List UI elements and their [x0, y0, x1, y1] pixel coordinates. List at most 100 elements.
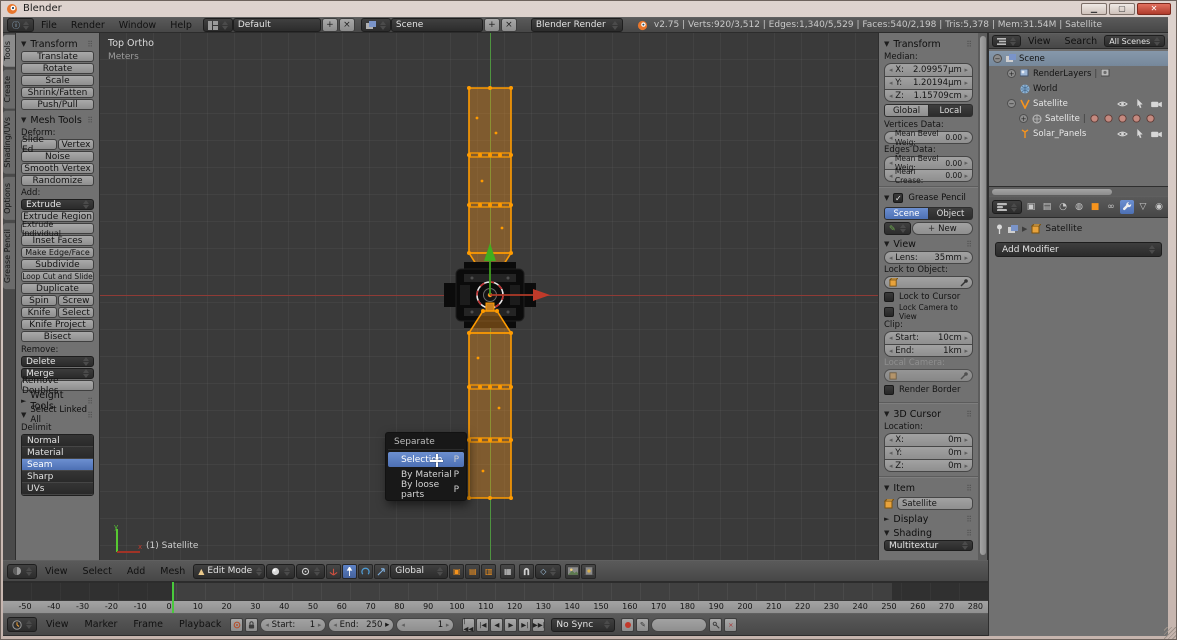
- timeline-playback-menu[interactable]: Playback: [172, 619, 228, 630]
- push-pull-button[interactable]: Push/Pull: [21, 99, 94, 110]
- select-linked-panel-header[interactable]: ▼Select Linked All⠿: [21, 408, 94, 422]
- keying-icon-button[interactable]: ✎: [636, 618, 649, 632]
- make-edge-face-button[interactable]: Make Edge/Face: [21, 247, 94, 258]
- active-keying-set-field[interactable]: [651, 618, 707, 632]
- minimize-button[interactable]: ▁: [1081, 3, 1107, 15]
- timeline-frame-menu[interactable]: Frame: [126, 619, 170, 630]
- delimit-option-seam[interactable]: Seam: [22, 459, 93, 471]
- lock-camera-row[interactable]: Lock Camera to View: [884, 304, 973, 319]
- render-border-row[interactable]: Render Border: [884, 382, 973, 398]
- scene-icon-widget[interactable]: [361, 18, 391, 32]
- frame-start-field[interactable]: ◂ Start:1 ▸: [260, 618, 326, 632]
- clip-end-field[interactable]: ◂ End:1km ▸: [884, 344, 973, 357]
- play-reverse-button[interactable]: ◀: [490, 618, 503, 632]
- delete-dropdown[interactable]: Delete: [21, 356, 94, 367]
- extrude-dropdown[interactable]: Extrude: [21, 199, 94, 210]
- transform-orientation-dropdown[interactable]: Global: [390, 564, 448, 579]
- screen-layout-name[interactable]: Default: [233, 18, 321, 32]
- outliner-row-scene[interactable]: − Scene: [989, 51, 1168, 66]
- pin-icon[interactable]: [995, 224, 1004, 234]
- tab-create[interactable]: Create: [3, 70, 15, 109]
- tab-tools[interactable]: Tools: [3, 35, 15, 67]
- outliner-row-satellite-mesh[interactable]: + Satellite |: [989, 111, 1168, 126]
- menu-file[interactable]: File: [34, 20, 64, 31]
- face-select-mode-toggle[interactable]: ▥: [481, 564, 496, 579]
- delimit-option-sharp[interactable]: Sharp: [22, 471, 93, 483]
- cursor-x-field[interactable]: ◂ X:0m ▸: [884, 433, 973, 446]
- median-z-field[interactable]: ◂ Z:1.15709cm ▸: [884, 89, 973, 102]
- slide-edge-button[interactable]: Slide Ed: [21, 139, 57, 150]
- add-scene-button[interactable]: +: [484, 18, 500, 32]
- visibility-eye-icon[interactable]: [1117, 98, 1128, 109]
- smooth-vertex-button[interactable]: Smooth Vertex: [21, 163, 94, 174]
- global-toggle[interactable]: Global: [884, 104, 929, 117]
- breadcrumb-object-name[interactable]: Satellite: [1045, 224, 1082, 234]
- editor-type-selector[interactable]: [7, 617, 37, 632]
- close-button[interactable]: ✕: [1137, 3, 1171, 15]
- outliner-row-renderlayers[interactable]: + RenderLayers |: [989, 66, 1168, 81]
- opengl-render-image-button[interactable]: [565, 564, 580, 579]
- delete-keyframe-button[interactable]: ×: [724, 618, 737, 632]
- tab-scene[interactable]: ◔: [1056, 200, 1070, 214]
- outliner-row-world[interactable]: World: [989, 81, 1168, 96]
- material-sphere-icon[interactable]: [1117, 113, 1128, 124]
- add-layout-button[interactable]: +: [322, 18, 338, 32]
- panel-drag-dots-icon[interactable]: ⠿: [87, 40, 94, 49]
- menu-item-by-loose-parts[interactable]: By loose parts P: [388, 482, 464, 497]
- visibility-eye-icon[interactable]: [1117, 128, 1128, 139]
- select-menu[interactable]: Select: [76, 566, 119, 577]
- delete-scene-button[interactable]: ×: [501, 18, 517, 32]
- material-sphere-icon[interactable]: [1131, 113, 1142, 124]
- timeline-track[interactable]: [3, 582, 988, 600]
- viewport-shading-dropdown[interactable]: [266, 564, 295, 579]
- tab-modifiers[interactable]: [1120, 200, 1134, 214]
- rotate-button[interactable]: Rotate: [21, 63, 94, 74]
- play-button[interactable]: ▶: [504, 618, 517, 632]
- eyedropper-icon[interactable]: [960, 278, 968, 287]
- tab-shading-uvs[interactable]: Shading/UVs: [3, 111, 15, 174]
- maximize-button[interactable]: ▢: [1109, 3, 1135, 15]
- selectable-cursor-icon[interactable]: [1134, 98, 1145, 109]
- timeline-view-menu[interactable]: View: [39, 619, 76, 630]
- delete-layout-button[interactable]: ×: [339, 18, 355, 32]
- editor-type-selector[interactable]: [992, 35, 1021, 47]
- material-sphere-icon[interactable]: [1103, 113, 1114, 124]
- manipulator-translate-toggle[interactable]: [342, 564, 357, 579]
- panel-drag-dots-icon[interactable]: ⠿: [966, 484, 973, 493]
- cursor-y-field[interactable]: ◂ Y:0m ▸: [884, 446, 973, 459]
- loop-cut-button[interactable]: Loop Cut and Slide: [21, 271, 94, 282]
- pivot-point-dropdown[interactable]: [296, 564, 325, 579]
- jump-to-end-button[interactable]: ▶▶|: [532, 618, 545, 632]
- outliner-scrollbar[interactable]: [988, 186, 1168, 196]
- grease-pencil-panel-header[interactable]: ▼✓Grease Pencil: [884, 191, 973, 205]
- knife-select-button[interactable]: Select: [58, 307, 94, 318]
- outliner-row-satellite-object[interactable]: − Satellite: [989, 96, 1168, 111]
- screen-layout-icon-widget[interactable]: [203, 18, 233, 32]
- jump-to-start-button[interactable]: |◀◀: [462, 618, 475, 632]
- panel-drag-dots-icon[interactable]: ⠿: [87, 397, 94, 406]
- npanel-scrollbar[interactable]: [978, 33, 988, 560]
- outliner-search-menu[interactable]: Search: [1058, 36, 1105, 47]
- delimit-option-uvs[interactable]: UVs: [22, 483, 93, 495]
- screw-button[interactable]: Screw: [58, 295, 94, 306]
- scale-button[interactable]: Scale: [21, 75, 94, 86]
- frame-end-field[interactable]: ◂ End:250 ▸: [328, 618, 394, 632]
- outliner-view-menu[interactable]: View: [1021, 36, 1058, 47]
- tab-object-data[interactable]: ▽: [1136, 200, 1150, 214]
- shading-mode-dropdown[interactable]: Multitextur: [884, 540, 973, 551]
- transform-panel-header[interactable]: ▼Transform⠿: [884, 37, 973, 51]
- clip-start-field[interactable]: ◂ Start:10cm ▸: [884, 331, 973, 344]
- manipulator-axes-toggle[interactable]: [326, 564, 341, 579]
- extrude-individual-button[interactable]: Extrude Individual: [21, 223, 94, 234]
- local-camera-field[interactable]: [884, 369, 973, 382]
- panel-drag-dots-icon[interactable]: ⠿: [966, 40, 973, 49]
- lock-range-toggle[interactable]: [245, 618, 258, 632]
- current-frame-field[interactable]: ◂1 ▸: [396, 618, 454, 632]
- material-sphere-icon[interactable]: [1145, 113, 1156, 124]
- titlebar[interactable]: Blender ▁ ▢ ✕: [0, 0, 1177, 17]
- expand-icon[interactable]: −: [993, 54, 1002, 63]
- menu-window[interactable]: Window: [112, 20, 163, 31]
- auto-keyframe-record-button[interactable]: [621, 618, 634, 632]
- randomize-button[interactable]: Randomize: [21, 175, 94, 186]
- delimit-option-material[interactable]: Material: [22, 447, 93, 459]
